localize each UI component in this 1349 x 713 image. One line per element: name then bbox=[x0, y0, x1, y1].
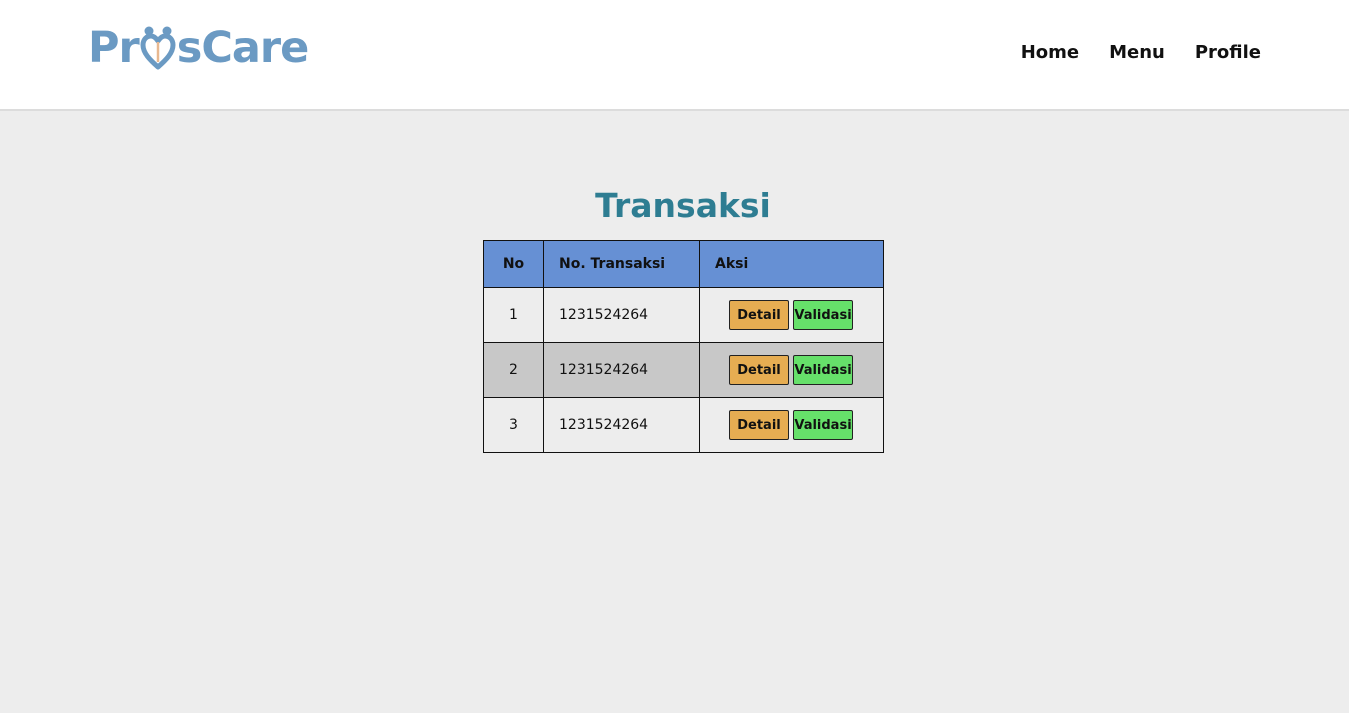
main-nav: Home Menu Profile bbox=[1021, 42, 1261, 63]
validate-button[interactable]: Validasi bbox=[793, 355, 853, 385]
row-number: 1 bbox=[483, 287, 544, 343]
row-actions: Detail Validasi bbox=[699, 397, 884, 453]
nav-home-link[interactable]: Home bbox=[1021, 42, 1079, 63]
transactions-table-container: No No. Transaksi Aksi 1 1231524264 Detai… bbox=[483, 240, 884, 453]
header-no: No bbox=[483, 240, 544, 288]
header-transaction-no: No. Transaksi bbox=[543, 240, 700, 288]
logo-text-start: Pr bbox=[88, 23, 140, 73]
validate-button[interactable]: Validasi bbox=[793, 300, 853, 330]
transaction-number: 1231524264 bbox=[543, 342, 700, 398]
nav-menu-link[interactable]: Menu bbox=[1109, 42, 1165, 63]
detail-button[interactable]: Detail bbox=[729, 410, 789, 440]
row-actions: Detail Validasi bbox=[699, 287, 884, 343]
table-row: 2 1231524264 Detail Validasi bbox=[483, 342, 884, 398]
validate-button[interactable]: Validasi bbox=[793, 410, 853, 440]
row-actions: Detail Validasi bbox=[699, 342, 884, 398]
nav-profile-link[interactable]: Profile bbox=[1195, 42, 1261, 63]
header-actions: Aksi bbox=[699, 240, 884, 288]
transaction-number: 1231524264 bbox=[543, 397, 700, 453]
row-number: 3 bbox=[483, 397, 544, 453]
row-number: 2 bbox=[483, 342, 544, 398]
table-row: 3 1231524264 Detail Validasi bbox=[483, 397, 884, 453]
table-row: 1 1231524264 Detail Validasi bbox=[483, 287, 884, 343]
brand-logo[interactable]: Pr sCare bbox=[88, 23, 310, 73]
top-header: Pr sCare Home Menu Profile bbox=[0, 0, 1349, 111]
logo-text-end: sCare bbox=[176, 23, 310, 73]
transactions-table: No No. Transaksi Aksi 1 1231524264 Detai… bbox=[483, 240, 884, 453]
table-header-row: No No. Transaksi Aksi bbox=[483, 240, 884, 288]
page-title: Transaksi bbox=[595, 186, 771, 225]
detail-button[interactable]: Detail bbox=[729, 355, 789, 385]
heart-people-icon bbox=[140, 25, 176, 71]
transaction-number: 1231524264 bbox=[543, 287, 700, 343]
detail-button[interactable]: Detail bbox=[729, 300, 789, 330]
